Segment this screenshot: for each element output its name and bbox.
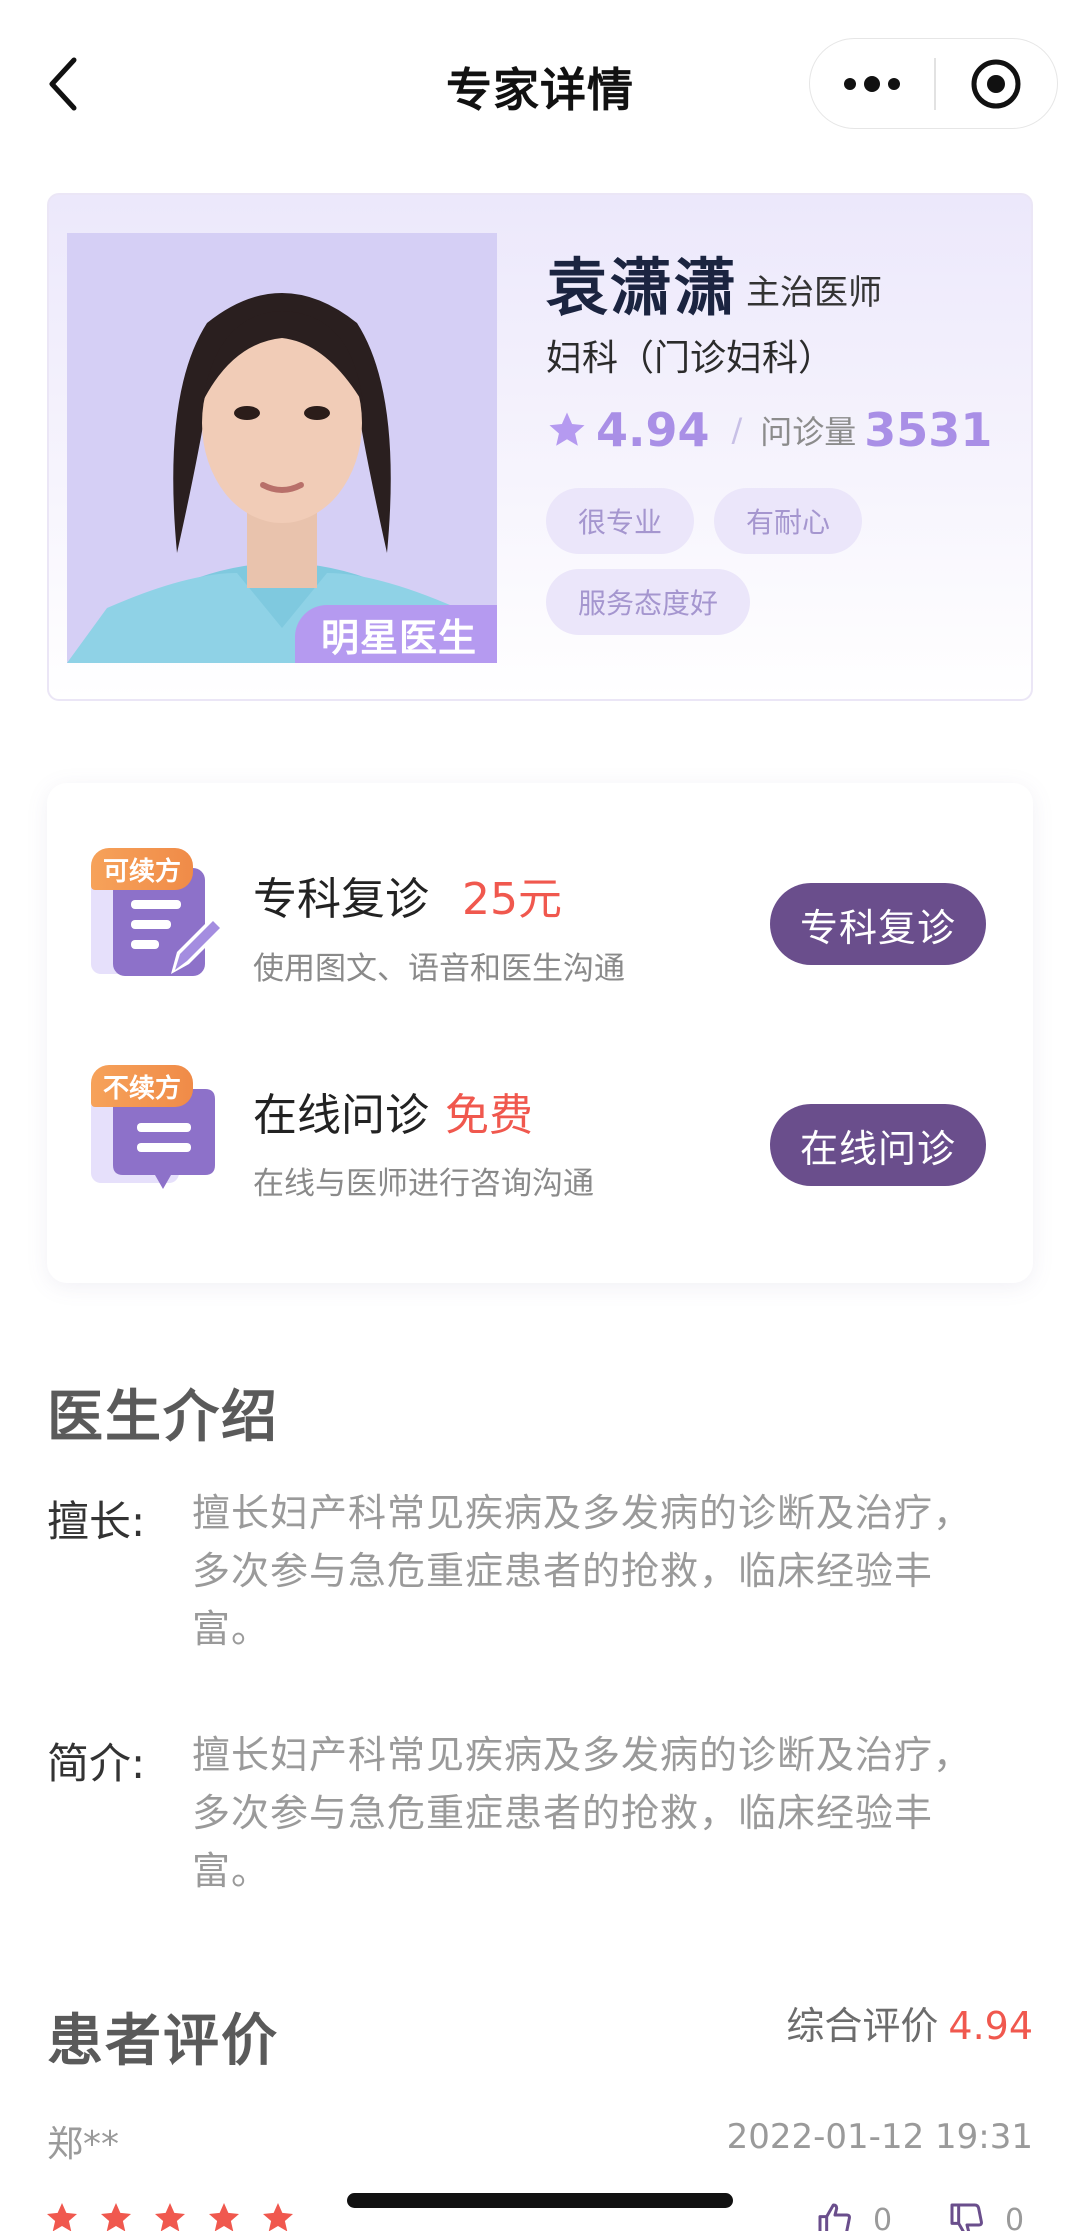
home-indicator[interactable] xyxy=(347,2193,733,2208)
service-desc-online: 在线与医师进行咨询沟通 xyxy=(253,1166,594,1202)
specialty-text: 擅长妇产科常见疾病及多发病的诊断及治疗，多次参与急危重症患者的抢救，临床经验丰富… xyxy=(192,1491,973,1651)
followup-consult-button[interactable]: 专科复诊 xyxy=(770,883,986,965)
close-miniapp-button[interactable] xyxy=(936,39,1058,128)
non-renewable-badge: 不续方 xyxy=(91,1065,194,1107)
tag-good-service: 服务态度好 xyxy=(546,569,751,635)
service-name-online: 在线问诊 xyxy=(253,1090,429,1141)
miniapp-capsule xyxy=(809,38,1058,129)
star-doctor-badge: 明星医生 xyxy=(294,605,497,663)
rating-star-icon xyxy=(263,2203,293,2231)
overall-rating-label: 综合评价 xyxy=(786,2004,939,2048)
target-circle-icon xyxy=(971,59,1021,108)
like-button[interactable]: 0 xyxy=(815,2200,892,2231)
overall-rating: 综合评价 4.94 xyxy=(786,1995,1033,2050)
rating-row: 4.94 / 问诊量 3531 xyxy=(546,400,992,460)
intro-section-title: 医生介绍 xyxy=(47,1385,279,1450)
review-stars xyxy=(44,2200,296,2231)
renewable-badge: 可续方 xyxy=(91,848,194,890)
service-price-online: 免费 xyxy=(445,1090,533,1141)
star-icon xyxy=(549,412,585,446)
tag-patient: 有耐心 xyxy=(714,488,863,554)
consult-count-value: 3531 xyxy=(864,403,993,457)
reviews-section-title: 患者评价 xyxy=(47,2009,279,2074)
consult-count-label: 问诊量 xyxy=(760,413,857,451)
bio-label: 简介: xyxy=(47,1739,146,1788)
rating-star-icon xyxy=(209,2203,239,2231)
specialty-label: 擅长: xyxy=(47,1497,146,1546)
service-desc-followup: 使用图文、语音和医生沟通 xyxy=(253,951,625,987)
thumbs-up-icon xyxy=(818,2203,851,2231)
review-date: 2022-01-12 19:31 xyxy=(726,2117,1033,2157)
doctor-card: 明星医生 袁潇潇 主治医师 妇科（门诊妇科） 4.94 / 问诊量 3531 很… xyxy=(47,193,1033,701)
rating-star-icon xyxy=(47,2203,77,2231)
more-button[interactable] xyxy=(810,39,934,128)
dislike-button[interactable]: 0 xyxy=(947,2200,1024,2231)
rating-value: 4.94 xyxy=(596,403,710,457)
overall-rating-value: 4.94 xyxy=(948,2004,1033,2048)
doctor-title: 主治医师 xyxy=(746,273,882,313)
document-edit-icon: 可续方 xyxy=(91,848,229,986)
more-dots-icon xyxy=(844,75,900,92)
reviewer-name: 郑** xyxy=(47,2124,120,2165)
navigation-bar: 专家详情 xyxy=(0,0,1080,170)
thumbs-down-icon xyxy=(950,2203,983,2231)
doctor-department: 妇科（门诊妇科） xyxy=(546,338,835,379)
doctor-photo: 明星医生 xyxy=(67,233,497,663)
bio-text: 擅长妇产科常见疾病及多发病的诊断及治疗，多次参与急危重症患者的抢救，临床经验丰富… xyxy=(192,1733,973,1893)
online-consult-button[interactable]: 在线问诊 xyxy=(770,1104,986,1186)
doctor-portrait xyxy=(67,233,497,663)
service-card: 可续方 专科复诊 25元 使用图文、语音和医生沟通 专科复诊 不续方 在线问诊 … xyxy=(47,783,1033,1283)
rating-star-icon xyxy=(155,2203,185,2231)
service-price-followup: 25元 xyxy=(462,874,562,925)
chat-bubble-icon: 不续方 xyxy=(91,1065,229,1203)
rating-star-icon xyxy=(101,2203,131,2231)
service-name-followup: 专科复诊 xyxy=(253,874,429,925)
rating-divider: / xyxy=(731,411,743,449)
doctor-name: 袁潇潇 xyxy=(546,251,739,324)
tag-professional: 很专业 xyxy=(546,488,695,554)
dislike-count: 0 xyxy=(1005,2202,1025,2231)
like-count: 0 xyxy=(873,2202,893,2231)
